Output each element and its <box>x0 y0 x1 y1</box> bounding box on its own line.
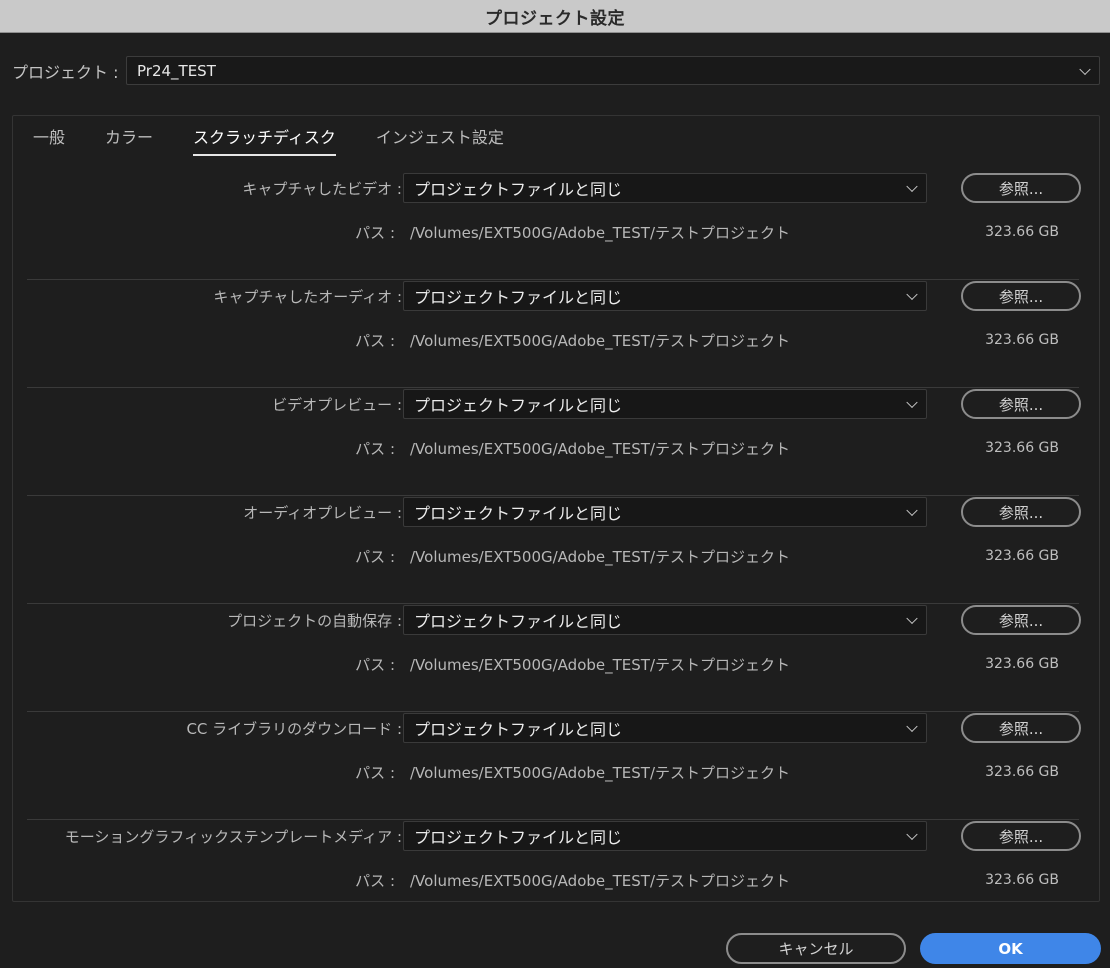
location-select-value: プロジェクトファイルと同じ <box>414 828 623 847</box>
free-space-value: 323.66 GB <box>985 872 1059 888</box>
ok-button[interactable]: OK <box>920 933 1101 964</box>
location-select-value: プロジェクトファイルと同じ <box>414 180 623 199</box>
location-select[interactable]: プロジェクトファイルと同じ <box>403 281 927 311</box>
path-label: パス : <box>355 332 395 350</box>
path-label: パス : <box>355 872 395 890</box>
row-label: モーショングラフィックステンプレートメディア : <box>64 828 402 846</box>
chevron-down-icon <box>906 720 918 733</box>
row-label: ビデオプレビュー : <box>272 396 402 414</box>
chevron-down-icon <box>906 180 918 193</box>
row-label: オーディオプレビュー : <box>243 504 402 522</box>
location-select[interactable]: プロジェクトファイルと同じ <box>403 497 927 527</box>
scratch-row-video-preview: ビデオプレビュー : プロジェクトファイルと同じ 参照... パス : /Vol… <box>13 388 1099 496</box>
chevron-down-icon <box>906 396 918 409</box>
browse-button[interactable]: 参照... <box>961 389 1081 419</box>
chevron-down-icon <box>906 288 918 301</box>
path-value: /Volumes/EXT500G/Adobe_TEST/テストプロジェクト <box>410 548 790 566</box>
chevron-down-icon <box>1079 63 1091 75</box>
scratch-row-audio-preview: オーディオプレビュー : プロジェクトファイルと同じ 参照... パス : /V… <box>13 496 1099 604</box>
scratch-row-captured-video: キャプチャしたビデオ : プロジェクトファイルと同じ 参照... パス : /V… <box>13 172 1099 280</box>
path-value: /Volumes/EXT500G/Adobe_TEST/テストプロジェクト <box>410 332 790 350</box>
scratch-row-motion-graphics-media: モーショングラフィックステンプレートメディア : プロジェクトファイルと同じ 参… <box>13 820 1099 928</box>
location-select-value: プロジェクトファイルと同じ <box>414 396 623 415</box>
location-select-value: プロジェクトファイルと同じ <box>414 288 623 307</box>
browse-button[interactable]: 参照... <box>961 713 1081 743</box>
project-select-value: Pr24_TEST <box>137 61 216 80</box>
location-select[interactable]: プロジェクトファイルと同じ <box>403 821 927 851</box>
path-value: /Volumes/EXT500G/Adobe_TEST/テストプロジェクト <box>410 440 790 458</box>
tab-general[interactable]: 一般 <box>33 128 65 156</box>
free-space-value: 323.66 GB <box>985 224 1059 240</box>
window-title: プロジェクト設定 <box>485 8 625 29</box>
free-space-value: 323.66 GB <box>985 440 1059 456</box>
location-select[interactable]: プロジェクトファイルと同じ <box>403 173 927 203</box>
window-titlebar: プロジェクト設定 <box>0 0 1110 33</box>
chevron-down-icon <box>906 612 918 625</box>
free-space-value: 323.66 GB <box>985 656 1059 672</box>
browse-button[interactable]: 参照... <box>961 605 1081 635</box>
browse-button[interactable]: 参照... <box>961 173 1081 203</box>
path-value: /Volumes/EXT500G/Adobe_TEST/テストプロジェクト <box>410 656 790 674</box>
path-label: パス : <box>355 224 395 242</box>
chevron-down-icon <box>906 504 918 517</box>
location-select[interactable]: プロジェクトファイルと同じ <box>403 713 927 743</box>
path-value: /Volumes/EXT500G/Adobe_TEST/テストプロジェクト <box>410 224 790 242</box>
browse-button[interactable]: 参照... <box>961 497 1081 527</box>
chevron-down-icon <box>906 828 918 841</box>
scratch-row-captured-audio: キャプチャしたオーディオ : プロジェクトファイルと同じ 参照... パス : … <box>13 280 1099 388</box>
location-select-value: プロジェクトファイルと同じ <box>414 504 623 523</box>
path-label: パス : <box>355 440 395 458</box>
browse-button[interactable]: 参照... <box>961 281 1081 311</box>
path-label: パス : <box>355 548 395 566</box>
scratch-disk-list: キャプチャしたビデオ : プロジェクトファイルと同じ 参照... パス : /V… <box>13 172 1099 928</box>
project-select[interactable]: Pr24_TEST <box>126 56 1100 85</box>
tab-scratch-disks[interactable]: スクラッチディスク <box>193 128 336 156</box>
tab-color[interactable]: カラー <box>105 128 153 156</box>
tab-ingest-settings[interactable]: インジェスト設定 <box>376 128 504 156</box>
scratch-row-auto-save: プロジェクトの自動保存 : プロジェクトファイルと同じ 参照... パス : /… <box>13 604 1099 712</box>
row-label: キャプチャしたビデオ : <box>242 180 402 198</box>
row-label: プロジェクトの自動保存 : <box>227 612 402 630</box>
location-select[interactable]: プロジェクトファイルと同じ <box>403 389 927 419</box>
path-value: /Volumes/EXT500G/Adobe_TEST/テストプロジェクト <box>410 764 790 782</box>
row-label: キャプチャしたオーディオ : <box>213 288 402 306</box>
browse-button[interactable]: 参照... <box>961 821 1081 851</box>
project-label: プロジェクト : <box>12 62 119 82</box>
project-row: プロジェクト : Pr24_TEST <box>12 56 1100 85</box>
free-space-value: 323.66 GB <box>985 548 1059 564</box>
free-space-value: 323.66 GB <box>985 764 1059 780</box>
location-select-value: プロジェクトファイルと同じ <box>414 720 623 739</box>
path-label: パス : <box>355 764 395 782</box>
row-label: CC ライブラリのダウンロード : <box>186 720 402 738</box>
free-space-value: 323.66 GB <box>985 332 1059 348</box>
cancel-button[interactable]: キャンセル <box>726 933 906 964</box>
location-select[interactable]: プロジェクトファイルと同じ <box>403 605 927 635</box>
settings-panel: 一般 カラー スクラッチディスク インジェスト設定 キャプチャしたビデオ : プ… <box>12 115 1100 902</box>
location-select-value: プロジェクトファイルと同じ <box>414 612 623 631</box>
path-value: /Volumes/EXT500G/Adobe_TEST/テストプロジェクト <box>410 872 790 890</box>
scratch-row-cc-library-downloads: CC ライブラリのダウンロード : プロジェクトファイルと同じ 参照... パス… <box>13 712 1099 820</box>
path-label: パス : <box>355 656 395 674</box>
tab-bar: 一般 カラー スクラッチディスク インジェスト設定 <box>33 128 544 158</box>
